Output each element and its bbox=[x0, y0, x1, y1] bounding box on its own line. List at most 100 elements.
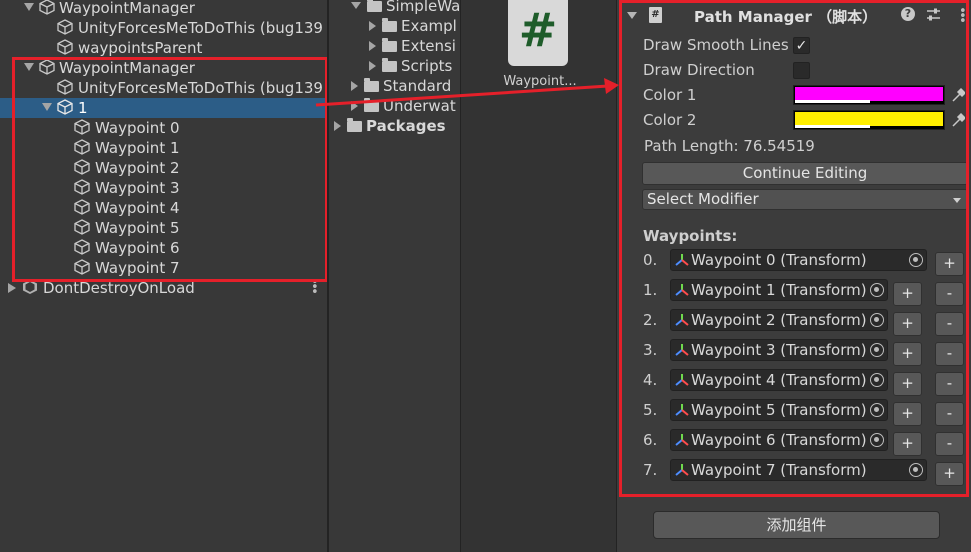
object-picker-icon[interactable] bbox=[870, 403, 884, 417]
select-modifier-dropdown[interactable]: Select Modifier bbox=[642, 189, 968, 210]
waypoint-field-value: Waypoint 6 (Transform) bbox=[691, 431, 867, 449]
expand-arrow-icon[interactable] bbox=[24, 63, 34, 71]
add-waypoint-button[interactable]: + bbox=[893, 432, 922, 456]
waypoint-index: 1. bbox=[643, 281, 658, 299]
hierarchy-row[interactable]: Waypoint 5 bbox=[0, 218, 327, 238]
folder-icon bbox=[382, 38, 397, 52]
folder-label: Standard bbox=[383, 77, 452, 95]
waypoint-index: 6. bbox=[643, 431, 658, 449]
hierarchy-row-selected[interactable]: 1 bbox=[0, 98, 327, 118]
preset-sliders-icon[interactable] bbox=[926, 7, 941, 22]
waypoint-transform-field[interactable]: Waypoint 3 (Transform) bbox=[670, 339, 888, 361]
eyedropper-icon[interactable] bbox=[951, 112, 965, 128]
hierarchy-row[interactable]: Waypoint 4 bbox=[0, 198, 327, 218]
waypoint-transform-field[interactable]: Waypoint 5 (Transform) bbox=[670, 399, 888, 421]
hierarchy-row[interactable]: Waypoint 2 bbox=[0, 158, 327, 178]
waypoint-transform-field[interactable]: Waypoint 2 (Transform) bbox=[670, 309, 888, 331]
collapse-arrow-icon[interactable] bbox=[8, 283, 16, 293]
waypoint-transform-field[interactable]: Waypoint 1 (Transform) bbox=[670, 279, 888, 301]
draw-smooth-lines-checkbox[interactable]: ✓ bbox=[793, 37, 810, 54]
remove-waypoint-button[interactable]: - bbox=[935, 432, 964, 456]
hierarchy-row[interactable]: DontDestroyOnLoad • • • bbox=[0, 276, 327, 299]
hierarchy-row[interactable]: Waypoint 6 bbox=[0, 238, 327, 258]
eyedropper-icon[interactable] bbox=[951, 87, 965, 103]
folder-label: Underwat bbox=[383, 97, 456, 115]
component-header[interactable]: # Path Manager （脚本） ? • • • bbox=[617, 4, 971, 30]
gameobject-cube-icon bbox=[74, 199, 90, 215]
object-picker-icon[interactable] bbox=[870, 343, 884, 357]
object-picker-icon[interactable] bbox=[870, 373, 884, 387]
color2-swatch bbox=[795, 112, 943, 126]
add-waypoint-button[interactable]: + bbox=[935, 252, 964, 276]
object-picker-icon[interactable] bbox=[870, 283, 884, 297]
hierarchy-row[interactable]: UnityForcesMeToDoThis (bug139 bbox=[0, 18, 327, 38]
expand-arrow-icon[interactable] bbox=[42, 103, 52, 111]
color1-alpha-bar bbox=[795, 100, 870, 103]
waypoint-transform-field[interactable]: Waypoint 6 (Transform) bbox=[670, 429, 888, 451]
remove-waypoint-button[interactable]: - bbox=[935, 312, 964, 336]
hierarchy-row[interactable]: Waypoint 7 bbox=[0, 258, 327, 278]
remove-waypoint-button[interactable]: - bbox=[935, 372, 964, 396]
object-picker-icon[interactable] bbox=[909, 463, 923, 477]
object-picker-icon[interactable] bbox=[870, 433, 884, 447]
expand-arrow-icon[interactable] bbox=[24, 3, 34, 11]
draw-direction-checkbox[interactable] bbox=[793, 62, 810, 79]
component-title: Path Manager （脚本） bbox=[694, 8, 878, 26]
hierarchy-row[interactable]: Waypoint 3 bbox=[0, 178, 327, 198]
continue-editing-button[interactable]: Continue Editing bbox=[642, 162, 968, 185]
add-component-button[interactable]: 添加组件 bbox=[653, 511, 940, 539]
waypoint-transform-field[interactable]: Waypoint 7 (Transform) bbox=[670, 459, 927, 481]
foldout-arrow-icon[interactable] bbox=[627, 12, 637, 19]
hierarchy-row[interactable]: waypointsParent bbox=[0, 38, 327, 58]
transform-axes-icon bbox=[675, 314, 689, 326]
color2-field[interactable] bbox=[793, 110, 945, 130]
remove-waypoint-button[interactable]: - bbox=[935, 282, 964, 306]
add-waypoint-button[interactable]: + bbox=[893, 312, 922, 336]
collapse-arrow-icon[interactable] bbox=[351, 81, 358, 91]
add-waypoint-button[interactable]: + bbox=[935, 462, 964, 486]
folder-icon bbox=[364, 78, 379, 92]
add-waypoint-button[interactable]: + bbox=[893, 372, 922, 396]
object-picker-icon[interactable] bbox=[870, 313, 884, 327]
remove-waypoint-button[interactable]: - bbox=[935, 402, 964, 426]
folder-item[interactable]: SimpleWa bbox=[351, 0, 460, 16]
script-icon: # bbox=[649, 7, 662, 23]
folder-item[interactable]: Packages bbox=[334, 116, 446, 136]
folder-item[interactable]: Scripts bbox=[369, 56, 452, 76]
waypoint-transform-field[interactable]: Waypoint 0 (Transform) bbox=[670, 249, 927, 271]
hierarchy-row[interactable]: WaypointManager bbox=[0, 58, 327, 78]
hierarchy-row-label: UnityForcesMeToDoThis (bug139 bbox=[78, 79, 323, 97]
collapse-arrow-icon[interactable] bbox=[369, 21, 376, 31]
color1-field[interactable] bbox=[793, 85, 945, 105]
hierarchy-row[interactable]: WaypointManager bbox=[0, 0, 327, 18]
hierarchy-row[interactable]: UnityForcesMeToDoThis (bug139 bbox=[0, 78, 327, 98]
component-menu-icon[interactable]: • • • bbox=[959, 5, 967, 28]
object-picker-icon[interactable] bbox=[909, 253, 923, 267]
hierarchy-row[interactable]: Waypoint 0 bbox=[0, 118, 327, 138]
folder-item[interactable]: Underwat bbox=[351, 96, 456, 116]
more-options-icon[interactable]: • • • bbox=[311, 276, 319, 299]
expand-arrow-icon[interactable] bbox=[351, 2, 361, 9]
waypoint-transform-field[interactable]: Waypoint 4 (Transform) bbox=[670, 369, 888, 391]
remove-waypoint-button[interactable]: - bbox=[935, 342, 964, 366]
collapse-arrow-icon[interactable] bbox=[334, 121, 341, 131]
collapse-arrow-icon[interactable] bbox=[369, 61, 376, 71]
gameobject-cube-icon bbox=[74, 239, 90, 255]
folder-item[interactable]: Standard bbox=[351, 76, 451, 96]
collapse-arrow-icon[interactable] bbox=[369, 41, 376, 51]
csharp-script-icon: # bbox=[508, 0, 568, 66]
inspector-panel: # Path Manager （脚本） ? • • • Draw Smooth Li… bbox=[617, 0, 971, 552]
script-asset[interactable]: # Waypoint... bbox=[503, 0, 577, 92]
folder-open-icon bbox=[367, 0, 382, 12]
folder-item[interactable]: Exampl bbox=[369, 16, 457, 36]
add-waypoint-button[interactable]: + bbox=[893, 402, 922, 426]
folder-item[interactable]: Extensi bbox=[369, 36, 456, 56]
add-waypoint-button[interactable]: + bbox=[893, 282, 922, 306]
gameobject-cube-icon bbox=[57, 39, 73, 55]
collapse-arrow-icon[interactable] bbox=[351, 101, 358, 111]
help-icon[interactable]: ? bbox=[901, 7, 915, 21]
script-hash-glyph: # bbox=[518, 3, 558, 57]
hierarchy-row-label: Waypoint 0 bbox=[95, 119, 180, 137]
hierarchy-row[interactable]: Waypoint 1 bbox=[0, 138, 327, 158]
add-waypoint-button[interactable]: + bbox=[893, 342, 922, 366]
